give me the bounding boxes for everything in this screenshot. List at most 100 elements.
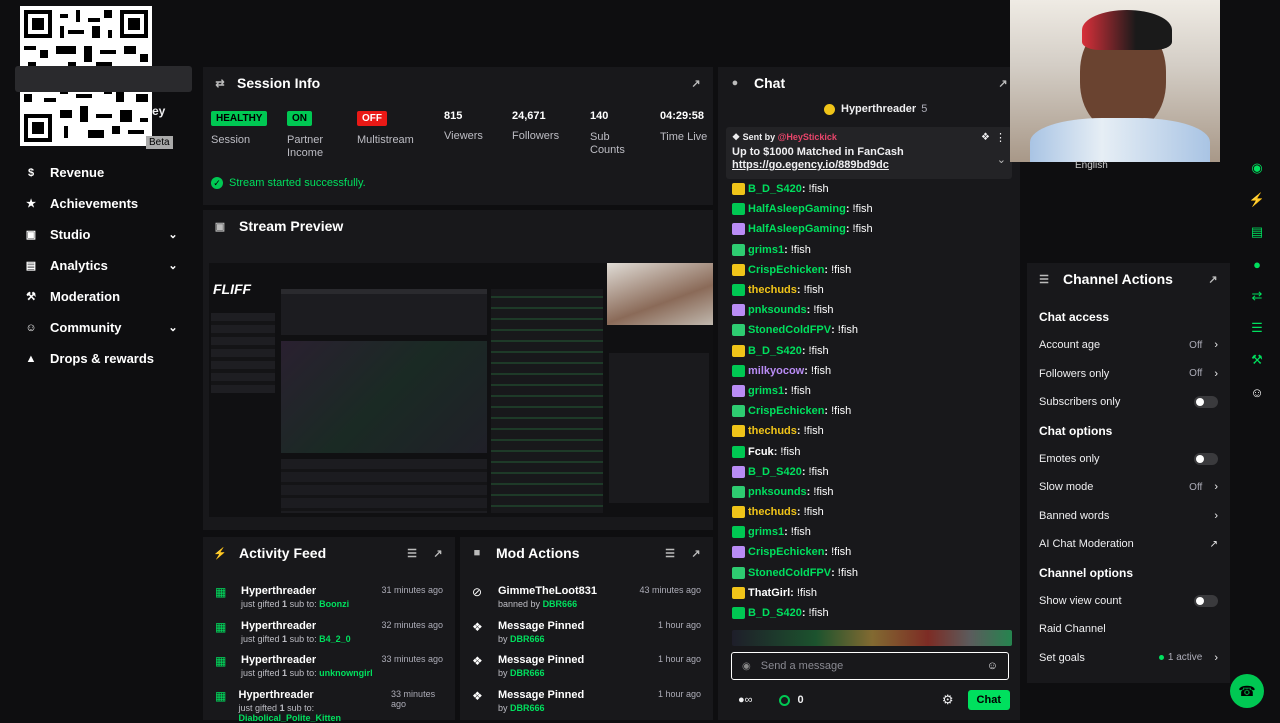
sidebar-partial-label: ey	[152, 104, 166, 118]
gift-icon: ▦	[215, 619, 227, 634]
chat-username[interactable]: CrispEchicken	[748, 405, 824, 417]
bolt-icon[interactable]: ⚡	[1243, 186, 1271, 214]
set-goals-row[interactable]: Set goals 1 active ›	[1027, 644, 1230, 673]
chevron-right-icon: ›	[1214, 339, 1218, 352]
chat-message: CrispEchicken: !fish	[732, 260, 1012, 280]
chat-message-text: !fish	[803, 506, 824, 519]
mod-actions-header: ■ Mod Actions ☰ ↗	[460, 537, 713, 569]
followers-only-row[interactable]: Followers only Off ›	[1027, 360, 1230, 389]
trophy-icon: ★	[26, 198, 36, 210]
sidebar-item-achievements[interactable]: ★ Achievements	[0, 188, 200, 219]
sidebar-item-revenue[interactable]: $ Revenue	[0, 157, 200, 188]
gift-icon: ▦	[215, 585, 227, 599]
stream-preview-panel: ▣ Stream Preview FLIFF	[203, 210, 713, 530]
chat-username[interactable]: B_D_S420	[748, 466, 802, 478]
chat-username[interactable]: thechuds	[748, 425, 797, 437]
chat-message-text: !fish	[813, 304, 834, 317]
chat-username[interactable]: B_D_S420	[748, 345, 802, 357]
camera-icon[interactable]: ◉	[1243, 154, 1271, 182]
chat-send-button[interactable]: Chat	[967, 690, 1010, 710]
chat-username[interactable]: ThatGirl	[748, 587, 790, 599]
sidebar-item-community[interactable]: ☺ Community ⌄	[0, 312, 200, 343]
popout-icon[interactable]: ↗	[689, 546, 703, 560]
chat-message-text: !fish	[852, 203, 873, 216]
chat-bubble-icon[interactable]: ●	[1243, 250, 1271, 278]
preview-sidebar	[211, 313, 275, 393]
chat-colon: :	[796, 284, 801, 297]
chat-message-text: !fish	[852, 223, 873, 236]
mod-actions-title: Mod Actions	[496, 545, 580, 561]
chat-username[interactable]: B_D_S420	[748, 183, 802, 195]
chat-username[interactable]: grims1	[748, 385, 784, 397]
pinned-message[interactable]: ❖ Sent by @HeyStickick Up to $1000 Match…	[726, 127, 1012, 179]
sidebar-item-moderation[interactable]: ⚒ Moderation	[0, 281, 200, 312]
monitor-icon: ▣	[214, 220, 226, 233]
show-view-count-toggle[interactable]	[1194, 594, 1218, 607]
chat-username[interactable]: pnksounds	[748, 486, 807, 498]
chat-username[interactable]: Fcuk	[748, 446, 774, 458]
chat-badge-icon	[732, 425, 745, 438]
chat-username[interactable]: thechuds	[748, 506, 797, 518]
chat-colon: :	[796, 506, 801, 519]
chat-username[interactable]: StonedColdFPV	[748, 324, 831, 336]
chat-username[interactable]: HalfAsleepGaming	[748, 203, 846, 215]
chat-username[interactable]: grims1	[748, 526, 784, 538]
doc-icon[interactable]: ▤	[1243, 218, 1271, 246]
more-icon[interactable]: ⋮	[995, 131, 1006, 144]
ai-chat-moderation-row[interactable]: AI Chat Moderation ↗	[1027, 530, 1230, 559]
banned-words-row[interactable]: Banned words ›	[1027, 502, 1230, 531]
pin-icon: ❖	[472, 619, 483, 634]
chat-input[interactable]: ◉ Send a message ☺	[731, 652, 1009, 680]
wrench-icon[interactable]: ⚒	[1243, 346, 1271, 374]
sidebar-item-analytics[interactable]: ▤ Analytics ⌄	[0, 250, 200, 281]
top-gifter: Hyperthreader 5	[824, 103, 927, 115]
chat-message-text: !fish	[790, 526, 811, 539]
raid-channel-row[interactable]: Raid Channel	[1027, 615, 1230, 644]
chat-username[interactable]: HalfAsleepGaming	[748, 223, 846, 235]
chevron-down-icon[interactable]: ⌄	[997, 153, 1006, 166]
preview-inner-stream	[281, 341, 487, 453]
chat-username[interactable]: StonedColdFPV	[748, 567, 831, 579]
gear-icon[interactable]: ⚙	[942, 692, 954, 708]
account-age-row[interactable]: Account age Off ›	[1027, 331, 1230, 360]
stream-preview-video[interactable]: FLIFF	[209, 263, 713, 517]
popout-icon[interactable]: ↗	[996, 76, 1010, 90]
preview-chat	[491, 289, 603, 513]
sidebar-item-drops[interactable]: ▲ Drops & rewards	[0, 343, 200, 374]
chat-username[interactable]: CrispEchicken	[748, 264, 824, 276]
pinned-link[interactable]: https://go.egency.io/889bd9dc	[732, 159, 1006, 171]
points-icon[interactable]	[778, 694, 790, 706]
sidebar-item-studio[interactable]: ▣ Studio ⌄	[0, 219, 200, 250]
sidebar-partial-item[interactable]	[15, 66, 192, 92]
broadcast-icon[interactable]: ⇄	[1243, 282, 1271, 310]
users-icon[interactable]: ●∞	[738, 694, 753, 706]
slow-mode-row[interactable]: Slow mode Off ›	[1027, 473, 1230, 502]
support-button[interactable]: ☎	[1230, 674, 1264, 708]
chat-username[interactable]: B_D_S420	[748, 607, 802, 619]
popout-icon[interactable]: ↗	[431, 546, 445, 560]
filter-icon[interactable]: ☰	[663, 546, 677, 560]
chat-footer: ●∞ 0 ⚙ Chat	[738, 689, 1010, 711]
chat-badge-icon	[732, 263, 745, 276]
chat-username[interactable]: pnksounds	[748, 304, 807, 316]
chat-colon: :	[801, 607, 806, 620]
emotes-only-toggle[interactable]	[1194, 452, 1218, 465]
filter-icon[interactable]: ☰	[405, 546, 419, 560]
chat-username[interactable]: milkyocow	[748, 365, 804, 377]
chat-username[interactable]: thechuds	[748, 284, 797, 296]
chat-username[interactable]: grims1	[748, 244, 784, 256]
popout-icon[interactable]: ↗	[1206, 272, 1220, 286]
subscribers-only-toggle[interactable]	[1194, 396, 1218, 409]
people-icon[interactable]: ☺	[1243, 378, 1271, 406]
popout-icon[interactable]: ↗	[689, 76, 703, 90]
list-item: ❖ Message Pinned by DBR666 1 hour ago	[472, 688, 701, 713]
chat-message: thechuds: !fish	[732, 421, 1012, 441]
streamer-hair	[1082, 10, 1172, 50]
bolt-icon: ⚡	[213, 547, 227, 560]
chat-message: pnksounds: !fish	[732, 300, 1012, 320]
chat-username[interactable]: CrispEchicken	[748, 546, 824, 558]
layers-icon[interactable]: ☰	[1243, 314, 1271, 342]
list-item: ▦ Hyperthreader just gifted 1 sub to: B4_2…	[215, 619, 443, 644]
pin-action-icon[interactable]: ❖	[981, 132, 990, 143]
emote-picker-icon[interactable]: ☺	[987, 660, 998, 672]
